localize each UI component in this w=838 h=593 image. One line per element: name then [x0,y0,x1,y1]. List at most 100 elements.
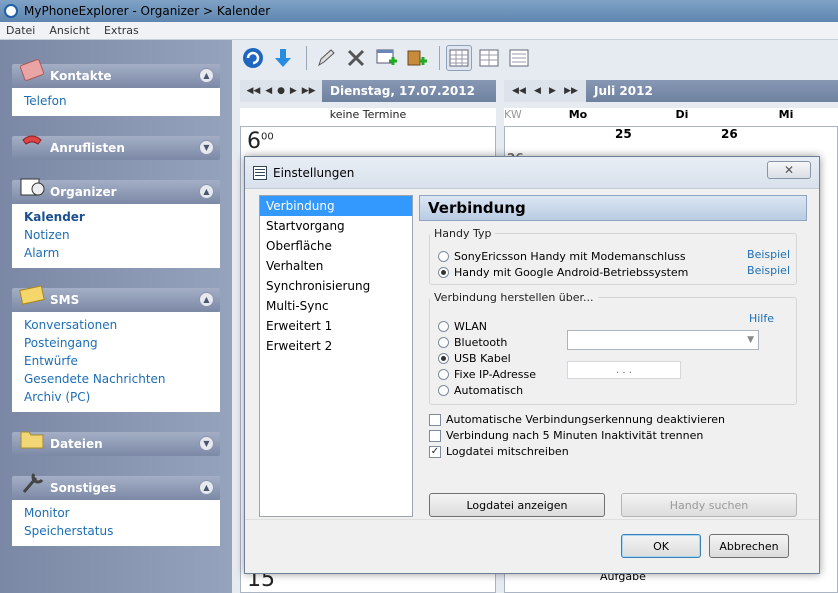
day-title: Dienstag, 17.07.2012 [322,80,496,102]
radio-button[interactable] [438,267,449,278]
menu-bar: Datei Ansicht Extras [0,22,838,40]
sidebar-title-kontakte: Kontakte [50,69,112,83]
sidebar-section-organizer: Organizer ▲ Kalender Notizen Alarm [12,178,220,268]
last-icon[interactable]: ▶▶ [302,86,316,96]
sidebar-header-kontakte[interactable]: Kontakte ▲ [12,59,220,88]
sidebar-item-kalender[interactable]: Kalender [24,208,208,226]
category-erweitert-2[interactable]: Erweitert 2 [260,336,412,356]
download-button[interactable] [270,45,296,71]
category-verbindung[interactable]: Verbindung [260,196,412,216]
sidebar-item-entwuerfe[interactable]: Entwürfe [24,352,208,370]
handy-suchen-button[interactable]: Handy suchen [621,493,797,517]
first-icon[interactable]: ◀◀ [512,86,526,96]
last-icon[interactable]: ▶▶ [564,86,578,96]
month-view-button[interactable] [446,45,472,71]
checkbox[interactable] [429,429,441,442]
radio-wlan[interactable]: WLAN [438,320,487,333]
week-view-button[interactable] [476,45,502,71]
sidebar-section-sonstiges: Sonstiges ▲ Monitor Speicherstatus [12,473,220,546]
expand-icon[interactable]: ▼ [199,436,214,451]
sidebar-item-posteingang[interactable]: Posteingang [24,334,208,352]
checkbox-auto-detect[interactable]: Automatische Verbindungserkennung deakti… [429,413,725,426]
logdatei-button[interactable]: Logdatei anzeigen [429,493,605,517]
sidebar-item-alarm[interactable]: Alarm [24,244,208,262]
collapse-icon[interactable]: ▲ [199,480,214,495]
sidebar-title-dateien: Dateien [50,437,103,451]
sidebar-header-dateien[interactable]: Dateien ▼ [12,431,220,456]
delete-button[interactable] [343,45,369,71]
expand-icon[interactable]: ▼ [199,140,214,155]
sidebar-item-speicherstatus[interactable]: Speicherstatus [24,522,208,540]
category-verhalten[interactable]: Verhalten [260,256,412,276]
new-task-button[interactable] [403,45,429,71]
radio-fixe-ip[interactable]: Fixe IP-Adresse [438,368,536,381]
verbindung-legend: Verbindung herstellen über... [434,291,594,304]
collapse-icon[interactable]: ▲ [199,292,214,307]
collapse-icon[interactable]: ▲ [199,68,214,83]
new-appointment-button[interactable] [373,45,399,71]
category-erweitert-1[interactable]: Erweitert 1 [260,316,412,336]
checkbox[interactable] [429,413,441,426]
wrench-icon [22,473,44,493]
radio-button[interactable] [438,385,449,396]
radio-sonyericsson[interactable]: SonyEricsson Handy mit Modemanschluss [438,250,686,263]
radio-button[interactable] [438,369,449,380]
menu-ansicht[interactable]: Ansicht [49,24,90,37]
beispiel-link-2[interactable]: Beispiel [747,264,790,277]
sidebar-item-gesendete[interactable]: Gesendete Nachrichten [24,370,208,388]
weekday-mi: Mi [778,108,794,121]
list-view-button[interactable] [506,45,532,71]
sidebar-header-organizer[interactable]: Organizer ▲ [12,178,220,204]
category-synchronisierung[interactable]: Synchronisierung [260,276,412,296]
prev-icon[interactable]: ◀ [265,86,272,96]
ip-address-input[interactable]: . . . [567,361,681,379]
sidebar-header-sonstiges[interactable]: Sonstiges ▲ [12,473,220,500]
checkbox-logdatei[interactable]: ✓ Logdatei mitschreiben [429,445,569,458]
radio-button[interactable] [438,251,449,262]
menu-datei[interactable]: Datei [6,24,35,37]
toolbar-separator [439,46,440,70]
radio-android[interactable]: Handy mit Google Android-Betriebssystem [438,266,688,279]
ok-button[interactable]: OK [621,534,701,558]
sidebar-item-monitor[interactable]: Monitor [24,504,208,522]
next-icon[interactable]: ▶ [290,86,297,96]
checkbox-disconnect[interactable]: Verbindung nach 5 Minuten Inaktivität tr… [429,429,703,442]
radio-button[interactable] [438,337,449,348]
edit-button[interactable] [313,45,339,71]
category-startvorgang[interactable]: Startvorgang [260,216,412,236]
sidebar-header-sms[interactable]: SMS ▲ [12,285,220,312]
toolbar-separator [306,46,307,70]
radio-button[interactable] [438,321,449,332]
sidebar-title-sonstiges: Sonstiges [50,481,117,495]
refresh-button[interactable] [240,45,266,71]
beispiel-link-1[interactable]: Beispiel [747,248,790,261]
sidebar-item-archiv[interactable]: Archiv (PC) [24,388,208,406]
cancel-button[interactable]: Abbrechen [709,534,789,558]
close-button[interactable]: ✕ [767,161,811,179]
prev-icon[interactable]: ◀ [534,86,541,96]
address-book-icon [19,59,45,81]
checkbox-checked[interactable]: ✓ [429,445,441,458]
list-view-icon [509,49,529,67]
first-icon[interactable]: ◀◀ [246,86,260,96]
next-icon[interactable]: ▶ [549,86,556,96]
radio-button[interactable] [438,353,449,364]
category-multi-sync[interactable]: Multi-Sync [260,296,412,316]
radio-bluetooth[interactable]: Bluetooth [438,336,507,349]
sidebar-title-organizer: Organizer [50,185,117,199]
menu-extras[interactable]: Extras [104,24,139,37]
sidebar-item-notizen[interactable]: Notizen [24,226,208,244]
bluetooth-device-select[interactable]: ▼ [567,330,759,350]
category-oberflaeche[interactable]: Oberfläche [260,236,412,256]
radio-usb[interactable]: USB Kabel [438,352,511,365]
sidebar-item-konversationen[interactable]: Konversationen [24,316,208,334]
collapse-icon[interactable]: ▲ [199,184,214,199]
hilfe-link[interactable]: Hilfe [749,312,774,325]
sidebar-header-anruflisten[interactable]: Anruflisten ▼ [12,135,220,160]
today-icon[interactable]: ● [277,86,285,96]
refresh-icon [243,48,263,68]
sidebar-body-sonstiges: Monitor Speicherstatus [12,500,220,546]
radio-automatisch[interactable]: Automatisch [438,384,523,397]
week-header: KW Mo Di Mi [504,108,838,126]
sidebar-item-telefon[interactable]: Telefon [24,92,208,110]
